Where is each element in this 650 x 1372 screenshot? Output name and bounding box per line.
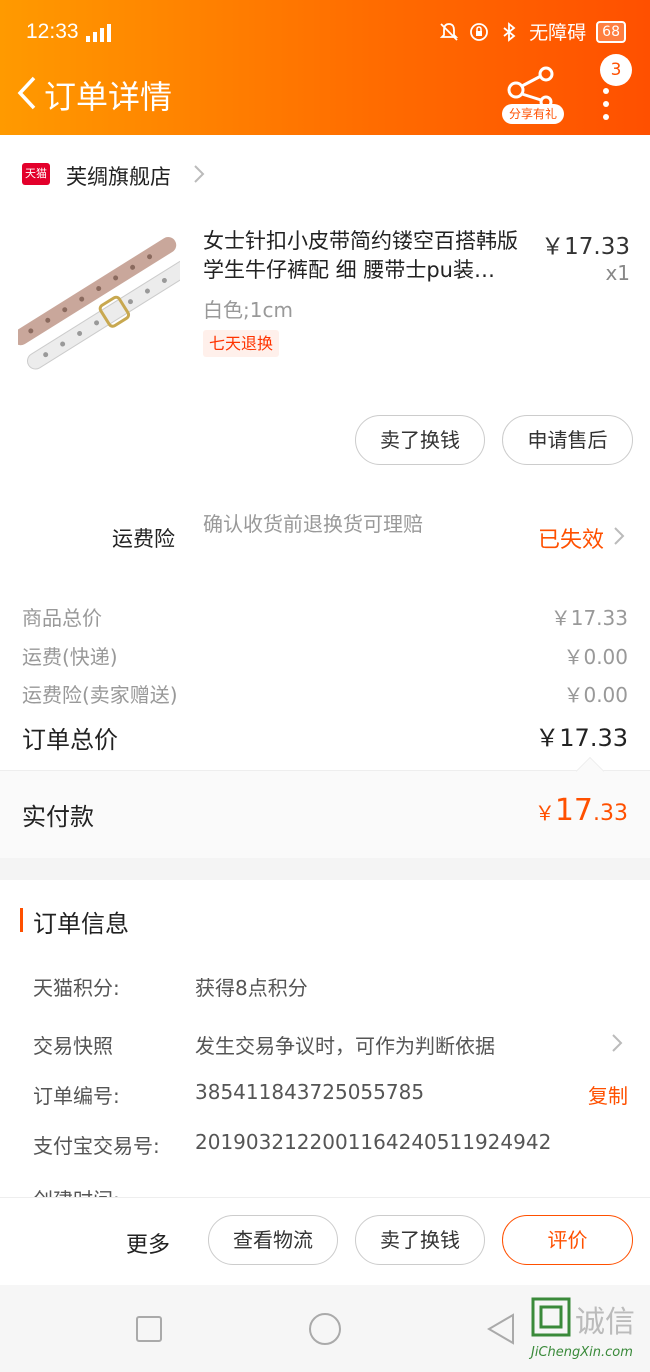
order-number-label: 订单编号:	[33, 1084, 120, 1108]
info-row-snapshot[interactable]: 交易快照 发生交易争议时，可作为判断依据	[0, 1030, 650, 1060]
summary-label: 商品总价	[22, 606, 102, 630]
chevron-right-icon	[612, 1034, 623, 1052]
return-policy-tag: 七天退换	[203, 330, 280, 357]
shop-row[interactable]: 天猫 芙绸旗舰店	[0, 135, 650, 215]
order-info: 订单信息 天猫积分: 获得8点积分 交易快照 发生交易争议时，可作为判断依据 订…	[0, 880, 650, 1200]
summary-value: ￥0.00	[563, 683, 628, 707]
insurance-label: 运费险	[112, 527, 175, 551]
product-title[interactable]: 女士针扣小皮带简约镂空百搭韩版学生牛仔裤配 细 腰带士pu装…	[203, 227, 533, 285]
lock-rotation-icon	[470, 22, 489, 41]
shipping-insurance-row[interactable]: 运费险 确认收货前退换货可理赔 已失效	[0, 485, 650, 585]
insurance-description: 确认收货前退换货可理赔	[203, 512, 423, 536]
points-value: 获得8点积分	[195, 976, 308, 1000]
app-header: 12:33 无障碍 68 订单详情 分享有礼 3	[0, 0, 650, 135]
share-label: 分享有礼	[502, 104, 564, 124]
summary-row: 运费(快递) ￥0.00	[0, 641, 650, 671]
nav-bar: 订单详情 分享有礼 3	[0, 54, 650, 135]
product-actions: 卖了换钱 申请售后	[0, 415, 650, 485]
order-info-title: 订单信息	[33, 910, 129, 938]
mute-bell-icon	[439, 22, 459, 41]
watermark: 诚信 JiChengXin.com	[531, 1297, 646, 1369]
more-menu-icon[interactable]	[596, 88, 616, 128]
accessibility-label: 无障碍	[529, 22, 587, 44]
page-title: 订单详情	[44, 78, 173, 116]
review-button[interactable]: 评价	[502, 1215, 633, 1265]
order-number-value: 385411843725055785	[195, 1080, 425, 1104]
system-nav-bar: 诚信 JiChengXin.com	[0, 1285, 650, 1372]
view-logistics-button[interactable]: 查看物流	[208, 1215, 338, 1265]
alipay-value: 2019032122001164240511924942	[195, 1130, 552, 1154]
status-icons: 无障碍 68	[439, 18, 626, 45]
home-icon[interactable]	[308, 1312, 342, 1346]
summary-value: ￥17.33	[550, 606, 628, 630]
product-sku: 白色;1cm	[203, 298, 293, 322]
summary-row: 运费险(卖家赠送) ￥0.00	[0, 679, 650, 709]
share-icon	[507, 66, 554, 109]
status-bar: 12:33 无障碍 68	[0, 0, 650, 64]
alipay-label: 支付宝交易号:	[33, 1134, 160, 1158]
message-badge: 3	[600, 54, 632, 86]
battery-icon: 68	[596, 20, 626, 43]
order-total-value: ￥17.33	[535, 724, 628, 752]
price-summary: 商品总价 ￥17.33 运费(快递) ￥0.00 运费险(卖家赠送) ￥0.00…	[0, 585, 650, 770]
order-total-label: 订单总价	[22, 726, 118, 754]
bluetooth-icon	[503, 21, 516, 42]
info-row-order-no: 订单编号: 385411843725055785 复制	[0, 1080, 650, 1110]
snapshot-value: 发生交易争议时，可作为判断依据	[195, 1034, 495, 1058]
watermark-text: 诚信	[575, 1305, 635, 1340]
more-button[interactable]: 更多	[126, 1227, 170, 1259]
product-price: ￥17.33	[541, 234, 630, 260]
section-marker	[20, 908, 23, 932]
back-nav-icon[interactable]	[486, 1313, 516, 1345]
back-arrow-icon[interactable]	[14, 76, 40, 110]
signal-icon	[86, 22, 111, 42]
after-sale-button[interactable]: 申请售后	[502, 415, 633, 465]
actual-payment-label: 实付款	[22, 803, 94, 831]
insurance-status: 已失效	[538, 528, 605, 553]
sell-button[interactable]: 卖了换钱	[355, 1215, 485, 1265]
chevron-right-icon	[194, 165, 205, 183]
chevron-right-icon	[614, 527, 625, 545]
bottom-action-bar: 更多 查看物流 卖了换钱 评价	[0, 1197, 650, 1285]
actual-payment-value: ￥17.33	[534, 793, 628, 828]
recent-apps-icon[interactable]	[135, 1315, 163, 1343]
info-row-points: 天猫积分: 获得8点积分	[0, 972, 650, 1002]
watermark-logo	[531, 1297, 571, 1337]
product-quantity: x1	[605, 261, 630, 285]
summary-value: ￥0.00	[563, 645, 628, 669]
copy-button[interactable]: 复制	[588, 1080, 628, 1109]
info-row-alipay: 支付宝交易号: 2019032122001164240511924942	[0, 1130, 650, 1160]
product-image[interactable]	[18, 225, 180, 387]
summary-label: 运费(快递)	[22, 645, 118, 669]
sell-button[interactable]: 卖了换钱	[355, 415, 485, 465]
summary-label: 运费险(卖家赠送)	[22, 683, 178, 707]
points-label: 天猫积分:	[33, 976, 120, 1000]
shop-name[interactable]: 芙绸旗舰店	[66, 161, 171, 191]
tmall-logo: 天猫	[22, 163, 50, 185]
watermark-url: JiChengXin.com	[531, 1345, 633, 1360]
summary-row: 商品总价 ￥17.33	[0, 602, 650, 632]
status-time: 12:33	[26, 20, 79, 43]
share-button[interactable]: 分享有礼	[500, 66, 566, 124]
snapshot-label: 交易快照	[33, 1034, 113, 1058]
actual-payment: 实付款 ￥17.33	[0, 756, 650, 858]
product-item[interactable]: 女士针扣小皮带简约镂空百搭韩版学生牛仔裤配 细 腰带士pu装… ￥17.33 x…	[0, 215, 650, 415]
